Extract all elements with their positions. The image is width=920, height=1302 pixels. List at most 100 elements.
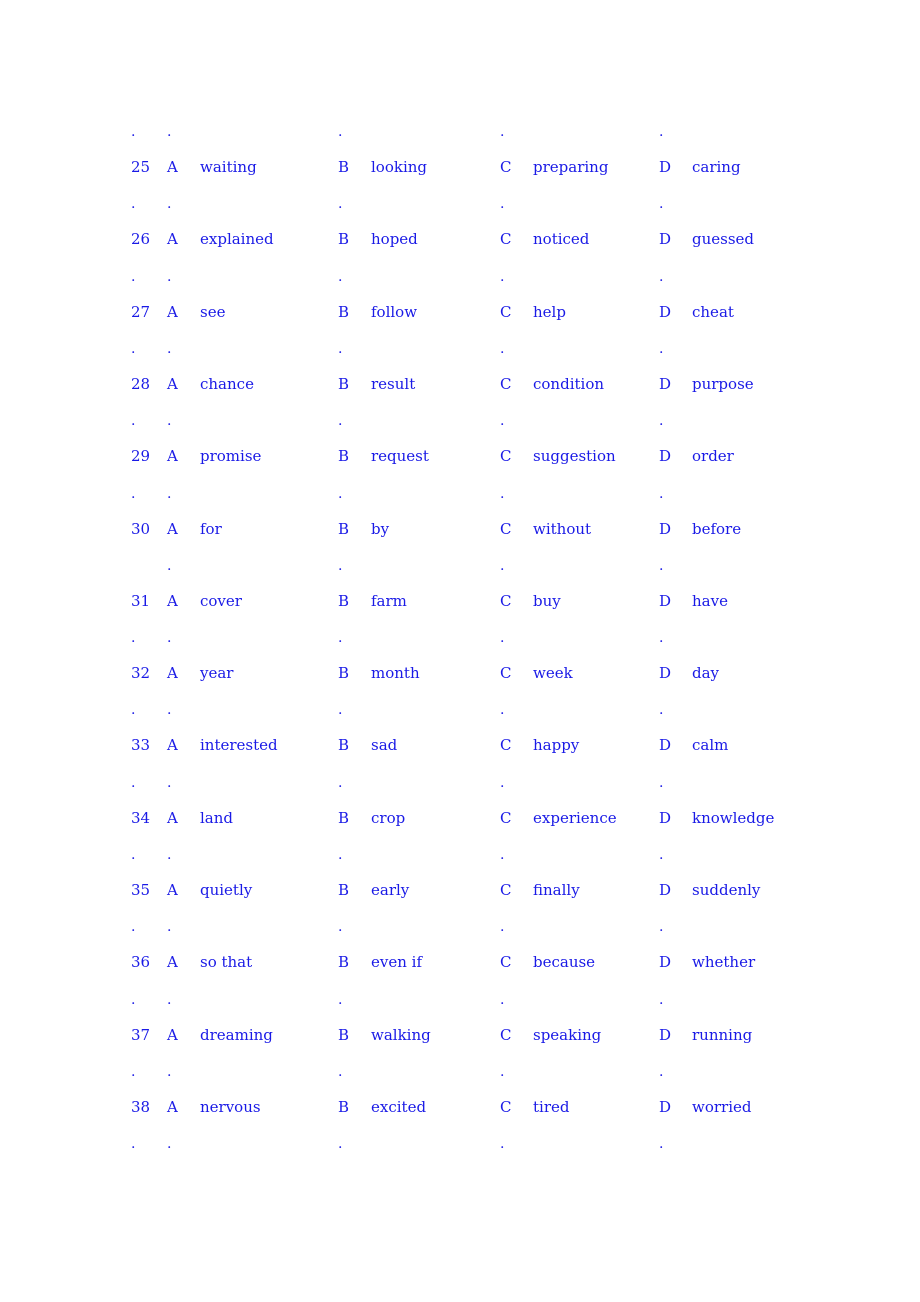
dot-marker: .	[659, 991, 664, 1008]
question-row: 38 Anervous Bexcited Ctired Dworried	[0, 1097, 920, 1117]
dot-marker: .	[659, 485, 664, 502]
question-row: 28 Achance Bresult Ccondition Dpurpose	[0, 374, 920, 394]
option-d-text: whether	[692, 953, 756, 972]
question-row: 33 Ainterested Bsad Chappy Dcalm	[0, 735, 920, 755]
question-number: 36	[131, 953, 151, 972]
question-row: 35 Aquietly Bearly Cfinally Dsuddenly	[0, 880, 920, 900]
dot-marker: .	[500, 702, 505, 719]
question-row: 29 Apromise Brequest Csuggestion Dorder	[0, 446, 920, 466]
option-label-d: D	[659, 447, 672, 466]
option-label-d: D	[659, 664, 672, 683]
dot-marker: .	[500, 268, 505, 285]
option-label-c: C	[500, 302, 512, 321]
dot-marker: .	[500, 485, 505, 502]
dot-marker: .	[167, 1136, 172, 1153]
option-label-c: C	[500, 664, 512, 683]
dot-marker: .	[131, 413, 136, 430]
dot-marker: .	[167, 557, 172, 574]
option-label-b: B	[338, 1097, 350, 1116]
option-b-text: farm	[371, 591, 407, 610]
dot-marker: .	[338, 702, 343, 719]
dot-marker: .	[659, 774, 664, 791]
option-b-text: excited	[371, 1097, 427, 1116]
option-b-text: even if	[371, 953, 423, 972]
dot-marker: .	[659, 919, 664, 936]
question-number: 29	[131, 447, 151, 466]
option-c-text: preparing	[533, 158, 609, 176]
option-label-d: D	[659, 158, 672, 176]
dot-marker: .	[131, 630, 136, 647]
option-a-text: land	[200, 808, 234, 827]
option-b-text: month	[371, 664, 420, 683]
dot-marker: .	[500, 774, 505, 791]
question-row: 32 Ayear Bmonth Cweek Dday	[0, 663, 920, 683]
option-label-a: A	[167, 302, 178, 321]
dot-marker: .	[338, 847, 343, 863]
option-label-c: C	[500, 808, 512, 827]
option-label-d: D	[659, 1025, 672, 1044]
dot-marker: .	[338, 774, 343, 791]
option-label-d: D	[659, 519, 672, 538]
dot-marker: .	[338, 557, 343, 574]
option-label-b: B	[338, 808, 350, 827]
option-a-text: explained	[200, 230, 274, 249]
option-c-text: experience	[533, 808, 617, 827]
option-b-text: looking	[371, 158, 428, 176]
question-number: 32	[131, 664, 151, 683]
dot-marker: .	[500, 919, 505, 936]
dot-marker: .	[500, 340, 505, 357]
question-row: 31 Acover Bfarm Cbuy Dhave	[0, 591, 920, 611]
option-b-text: early	[371, 881, 410, 899]
option-d-text: before	[692, 519, 742, 538]
option-c-text: tired	[533, 1097, 570, 1116]
dot-marker: .	[167, 919, 172, 936]
dot-marker: .	[659, 268, 664, 285]
option-label-d: D	[659, 230, 672, 249]
question-number: 38	[131, 1097, 151, 1116]
dot-marker: .	[659, 340, 664, 357]
option-label-c: C	[500, 736, 512, 755]
question-number: 33	[131, 736, 151, 755]
question-row: 30 Afor Bby Cwithout Dbefore	[0, 519, 920, 539]
dot-marker: .	[167, 340, 172, 357]
dot-row: .....	[0, 339, 920, 359]
question-row: 27 Asee Bfollow Chelp Dcheat	[0, 302, 920, 322]
dot-row: .....	[0, 1062, 920, 1082]
option-a-text: see	[200, 302, 226, 321]
option-label-b: B	[338, 519, 350, 538]
dot-row: .....	[0, 267, 920, 287]
option-label-d: D	[659, 302, 672, 321]
question-row: 25 Awaiting Blooking Cpreparing Dcaring	[0, 157, 920, 177]
option-label-b: B	[338, 158, 350, 176]
option-label-a: A	[167, 447, 178, 466]
option-d-text: suddenly	[692, 881, 761, 899]
dot-marker: .	[167, 485, 172, 502]
dot-marker: .	[338, 196, 343, 213]
option-a-text: chance	[200, 374, 254, 393]
question-row: 37 Adreaming Bwalking Cspeaking Drunning	[0, 1025, 920, 1045]
dot-marker: .	[659, 1136, 664, 1153]
option-label-d: D	[659, 374, 672, 393]
dot-marker: .	[131, 268, 136, 285]
option-label-d: D	[659, 953, 672, 972]
dot-marker: .	[659, 1063, 664, 1080]
dot-marker: .	[338, 268, 343, 285]
option-label-b: B	[338, 953, 350, 972]
option-a-text: promise	[200, 447, 262, 466]
option-d-text: guessed	[692, 230, 755, 249]
option-d-text: running	[692, 1025, 753, 1044]
dot-marker: .	[338, 413, 343, 430]
dot-marker: .	[167, 774, 172, 791]
dot-marker: .	[338, 630, 343, 647]
option-label-c: C	[500, 447, 512, 466]
option-b-text: by	[371, 519, 390, 538]
option-label-a: A	[167, 1025, 178, 1044]
dot-marker: .	[167, 413, 172, 430]
dot-marker: .	[338, 991, 343, 1008]
dot-marker: .	[131, 919, 136, 936]
dot-marker: .	[167, 847, 172, 863]
option-a-text: for	[200, 519, 222, 538]
option-label-c: C	[500, 591, 512, 610]
dot-marker: .	[167, 630, 172, 647]
dot-marker: .	[167, 991, 172, 1008]
